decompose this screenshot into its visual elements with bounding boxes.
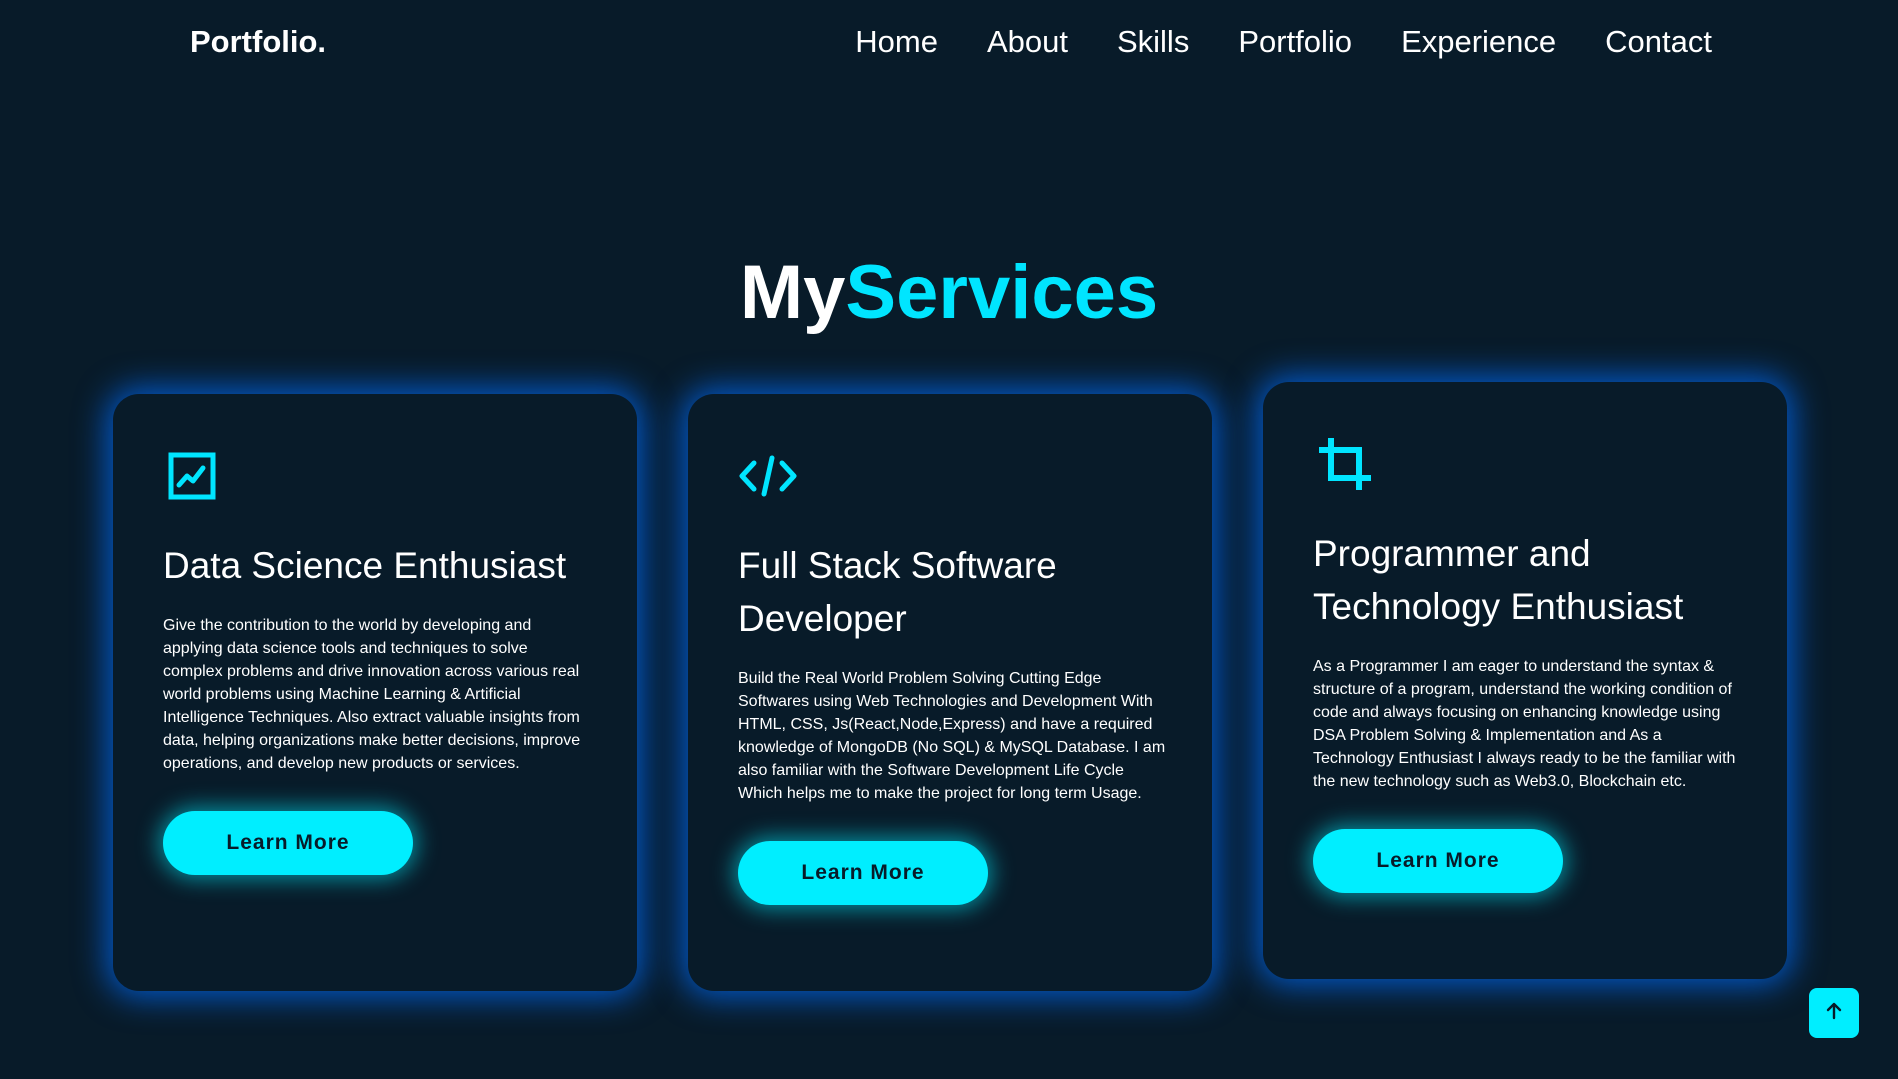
section-title-part2: Services bbox=[845, 250, 1159, 336]
section-title-part1: My bbox=[739, 250, 846, 336]
scroll-top-button[interactable] bbox=[1809, 988, 1859, 1038]
service-title: Data Science Enthusiast bbox=[163, 545, 567, 586]
service-description: Build the Real World Problem Solving Cut… bbox=[738, 670, 1166, 802]
learn-more-button[interactable]: Learn More bbox=[1313, 829, 1563, 893]
nav-experience[interactable]: Experience bbox=[1401, 22, 1556, 62]
site-header: Portfolio. Home About Skills Portfolio E… bbox=[0, 0, 1898, 86]
chart-icon bbox=[163, 446, 223, 506]
service-description: Give the contribution to the world by de… bbox=[163, 617, 581, 772]
code-icon bbox=[738, 446, 798, 506]
arrow-up-icon bbox=[1824, 1001, 1844, 1026]
crop-icon bbox=[1313, 434, 1373, 494]
nav-contact[interactable]: Contact bbox=[1605, 22, 1712, 62]
logo[interactable]: Portfolio. bbox=[190, 24, 326, 60]
service-card-programmer: Programmer and Technology Enthusiast As … bbox=[1263, 382, 1787, 979]
learn-more-button[interactable]: Learn More bbox=[738, 841, 988, 905]
nav-skills[interactable]: Skills bbox=[1117, 22, 1189, 62]
service-title: Programmer and Technology Enthusiast bbox=[1313, 533, 1684, 627]
learn-more-button[interactable]: Learn More bbox=[163, 811, 413, 875]
nav-portfolio[interactable]: Portfolio bbox=[1238, 22, 1352, 62]
service-card-full-stack: Full Stack Software Developer Build the … bbox=[688, 394, 1212, 991]
service-card-data-science: Data Science Enthusiast Give the contrib… bbox=[113, 394, 637, 991]
service-description: As a Programmer I am eager to understand… bbox=[1313, 658, 1736, 790]
main-nav: Home About Skills Portfolio Experience C… bbox=[855, 22, 1712, 62]
nav-about[interactable]: About bbox=[987, 22, 1068, 62]
section-title: MyServices bbox=[0, 243, 1898, 343]
nav-home[interactable]: Home bbox=[855, 22, 938, 62]
service-title: Full Stack Software Developer bbox=[738, 545, 1057, 639]
